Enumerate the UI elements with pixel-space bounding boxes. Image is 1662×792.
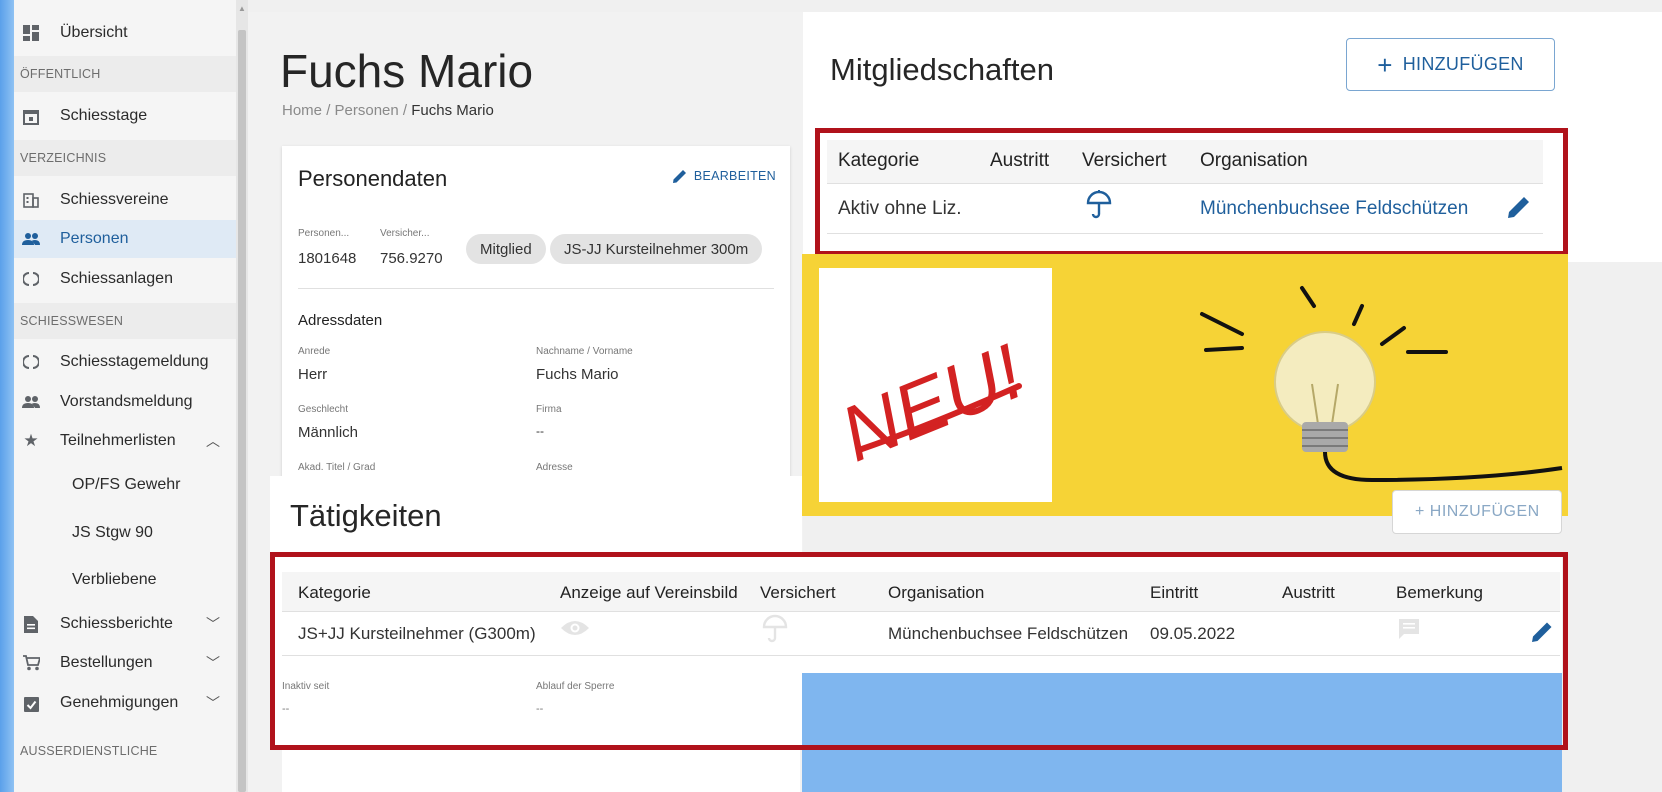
name-label: Nachname / Vorname	[536, 346, 633, 357]
breadcrumb-separator: /	[326, 102, 331, 119]
sidebar-item-vorstandsmeldung[interactable]: Vorstandsmeldung	[14, 383, 236, 421]
sidebar-section-schiesswesen: SCHIESSWESEN	[14, 303, 236, 339]
personendaten-card: Personendaten BEARBEITEN Personen... 180…	[282, 146, 790, 486]
frame-left	[0, 0, 14, 792]
add-activity-button[interactable]: + HINZUFÜGEN	[1392, 490, 1562, 534]
chevron-down-icon[interactable]: ﹀	[206, 693, 220, 713]
add-button-label: HINZUFÜGEN	[1402, 54, 1524, 74]
chip-mitglied: Mitglied	[466, 234, 546, 264]
person-nr-label: Personen...	[298, 228, 350, 239]
loop-icon	[20, 352, 42, 372]
edit-button[interactable]: BEARBEITEN	[672, 168, 776, 184]
building-icon	[20, 190, 42, 210]
mitgliedschaften-title: Mitgliedschaften	[830, 52, 1055, 87]
sidebar-item-label: Übersicht	[60, 24, 128, 41]
sidebar-scrollbar-thumb[interactable]	[238, 30, 246, 792]
calendar-icon	[20, 106, 42, 126]
firma-value: --	[536, 424, 544, 438]
highlight-frame-activities	[270, 552, 1568, 750]
star-icon: ★	[23, 431, 39, 450]
sidebar-subitem-verbliebene[interactable]: Verbliebene	[14, 561, 236, 599]
breadcrumb: Home / Personen / Fuchs Mario	[282, 102, 494, 119]
sidebar-item-label: Vorstandsmeldung	[60, 393, 193, 410]
sidebar-item-schiessanlagen[interactable]: Schiessanlagen	[14, 260, 236, 298]
add-membership-button[interactable]: + HINZUFÜGEN	[1346, 38, 1555, 91]
sidebar-item-label: Schiesstagemeldung	[60, 353, 209, 370]
plus-icon: +	[1377, 49, 1393, 80]
geschlecht-label: Geschlecht	[298, 404, 349, 415]
sidebar-item-label: Genehmigungen	[60, 694, 179, 711]
sidebar-item-label: Bestellungen	[60, 654, 153, 671]
sidebar-item-uebersicht[interactable]: Übersicht	[14, 14, 236, 52]
titel-label: Akad. Titel / Grad	[298, 462, 376, 473]
adresse-label: Adresse	[536, 462, 573, 473]
breadcrumb-current: Fuchs Mario	[411, 102, 494, 119]
sidebar-section-oeffentlich: ÖFFENTLICH	[14, 56, 236, 92]
people-icon	[20, 392, 42, 412]
sidebar-section-verzeichnis: VERZEICHNIS	[14, 140, 236, 176]
address-title: Adressdaten	[298, 312, 383, 329]
loop-icon	[20, 269, 42, 289]
edit-button-label: BEARBEITEN	[693, 169, 776, 183]
breadcrumb-personen[interactable]: Personen	[335, 102, 399, 119]
sidebar-subitem-opfs-gewehr[interactable]: OP/FS Gewehr	[14, 466, 236, 504]
taetigkeiten-title: Tätigkeiten	[290, 498, 442, 533]
chevron-down-icon[interactable]: ﹀	[206, 653, 220, 673]
pencil-icon	[672, 170, 686, 183]
cart-icon	[20, 653, 42, 673]
insurance-label: Versicher...	[380, 228, 430, 239]
sidebar-item-personen[interactable]: Personen	[14, 220, 236, 258]
sidebar-item-schiesstage[interactable]: Schiesstage	[14, 97, 236, 135]
sidebar-item-label: Schiesstage	[60, 107, 148, 124]
document-icon	[20, 614, 42, 634]
sidebar-subitem-js-stgw-90[interactable]: JS Stgw 90	[14, 514, 236, 552]
page-title: Fuchs Mario	[280, 45, 534, 97]
highlight-frame-memberships	[815, 128, 1568, 256]
breadcrumb-home[interactable]: Home	[282, 102, 322, 119]
sidebar-item-label: Personen	[60, 230, 129, 247]
sidebar-item-schiesstagemeldung[interactable]: Schiesstagemeldung	[14, 343, 236, 381]
add-activity-button-label: + HINZUFÜGEN	[1415, 503, 1540, 520]
clipboard-check-icon	[20, 693, 42, 713]
chip-kursteilnehmer: JS-JJ Kursteilnehmer 300m	[550, 234, 763, 264]
sidebar-section-ausserdienstliche: AUSSERDIENSTLICHE	[14, 728, 236, 758]
geschlecht-value: Männlich	[298, 424, 359, 441]
sidebar-item-label: Verbliebene	[72, 571, 157, 588]
sidebar-item-teilnehmerlisten[interactable]: ★ Teilnehmerlisten ︿	[14, 422, 236, 460]
anrede-label: Anrede	[298, 346, 331, 357]
sidebar-item-label: Schiessanlagen	[60, 270, 173, 287]
insurance-value: 756.9270	[380, 250, 443, 267]
sidebar-item-schiessvereine[interactable]: Schiessvereine	[14, 181, 236, 219]
scroll-up-icon[interactable]: ▲	[236, 4, 248, 13]
dashboard-icon	[20, 23, 42, 43]
neu-text: NEU!	[829, 327, 1035, 478]
sidebar-item-genehmigungen[interactable]: Genehmigungen ﹀	[14, 684, 236, 722]
sidebar-item-label: Teilnehmerlisten	[60, 432, 176, 449]
sidebar-item-bestellungen[interactable]: Bestellungen ﹀	[14, 644, 236, 682]
breadcrumb-separator: /	[402, 102, 408, 119]
sidebar-item-label: OP/FS Gewehr	[72, 476, 181, 493]
card-title: Personendaten	[298, 166, 448, 191]
chevron-down-icon[interactable]: ﹀	[206, 614, 220, 634]
divider	[298, 288, 774, 289]
sidebar-item-schiessberichte[interactable]: Schiessberichte ﹀	[14, 605, 236, 643]
firma-label: Firma	[536, 404, 562, 415]
sidebar-item-label: Schiessvereine	[60, 191, 169, 208]
anrede-value: Herr	[298, 366, 328, 383]
sidebar-item-label: Schiessberichte	[60, 615, 173, 632]
person-nr-value: 1801648	[298, 250, 357, 267]
sidebar-item-label: JS Stgw 90	[72, 524, 153, 541]
name-value: Fuchs Mario	[536, 366, 619, 383]
neu-badge: NEU!	[819, 268, 1052, 502]
chevron-up-icon[interactable]: ︿	[206, 431, 220, 451]
people-icon	[20, 229, 42, 249]
